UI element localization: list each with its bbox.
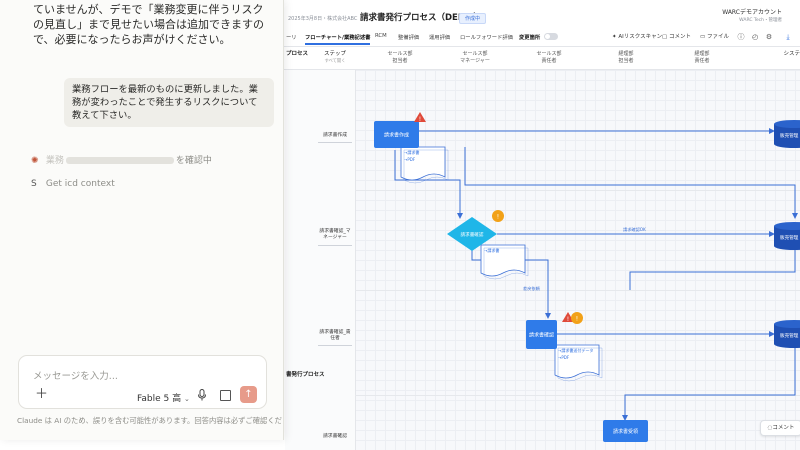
- tool-call-status: を確認中: [175, 156, 212, 166]
- edge-label-return: 差戻依頼: [523, 285, 541, 292]
- edge-db-to-db: [464, 147, 798, 219]
- decision-node-label: 請求書確認: [461, 231, 484, 238]
- tool-call-row[interactable]: S Get icd context: [31, 179, 115, 189]
- process-node-receive-label: 請求書受領: [613, 428, 638, 435]
- document-line: →PDF: [558, 355, 570, 360]
- edge-db-link: [629, 250, 796, 290]
- arrow-up-icon: ↑: [244, 389, 253, 400]
- edge-label-ok: 請求確認OK: [623, 226, 646, 233]
- floating-comment-label: コメント: [772, 425, 795, 431]
- alert-icon-mark: !: [576, 316, 578, 323]
- document-line: →請求書: [404, 149, 419, 155]
- warning-icon-mark: !: [419, 116, 421, 123]
- document-line: →PDF: [404, 157, 416, 162]
- edge-to-receive: [622, 348, 796, 421]
- database-node-label: 販売管理: [780, 132, 799, 139]
- model-mode: 高: [172, 394, 182, 404]
- user-message: 業務フローを最新のものに更新しました。業務が変わったことで発生するリスクについて…: [64, 78, 274, 127]
- model-selector[interactable]: Fable 5 高 ⌄: [137, 391, 190, 404]
- send-button[interactable]: ↑: [240, 386, 257, 403]
- redacted-bar: [65, 157, 174, 164]
- disclaimer-text: Claude は AI のため、誤りを含む可能性があります。回答内容は必ずご確認…: [17, 416, 284, 425]
- tool-call-redacted: 業務: [45, 156, 64, 166]
- plus-icon[interactable]: ＋: [35, 388, 48, 401]
- flow-edges: [394, 128, 798, 421]
- alert-icon-mark: !: [497, 214, 499, 221]
- stop-square-icon[interactable]: [220, 390, 231, 401]
- database-node-label: 販売管理: [780, 234, 799, 241]
- floating-comment-button[interactable]: ◌コメント: [760, 420, 800, 436]
- chevron-down-icon: ⌄: [183, 395, 190, 403]
- process-node-confirm-label: 請求書確認: [529, 332, 554, 339]
- database-node-label: 販売管理: [780, 332, 799, 339]
- tool-call-row[interactable]: ✺ 業務 を確認中: [31, 153, 212, 166]
- warning-icon-mark: !: [567, 316, 569, 323]
- message-composer: メッセージを入力... ＋ Fable 5 高 ⌄ ↑: [18, 355, 267, 409]
- tool-glyph: S: [31, 179, 37, 189]
- model-name: Fable 5: [137, 394, 170, 404]
- spinner-icon: ✺: [31, 156, 39, 166]
- microphone-icon[interactable]: [197, 389, 207, 401]
- tool-call-label: Get icd context: [45, 179, 115, 189]
- claude-chat-panel: ていませんが、デモで「業務変更に伴うリスクの見直し」まで見せたい場合は追加できま…: [0, 0, 284, 440]
- message-input[interactable]: メッセージを入力...: [33, 368, 118, 382]
- assistant-message: ていませんが、デモで「業務変更に伴うリスクの見直し」まで見せたい場合は追加できま…: [33, 3, 264, 46]
- process-node-create-label: 請求書作成: [384, 132, 409, 139]
- document-line: →請求書: [484, 247, 499, 253]
- document-line: →請求書送付データ: [558, 347, 593, 353]
